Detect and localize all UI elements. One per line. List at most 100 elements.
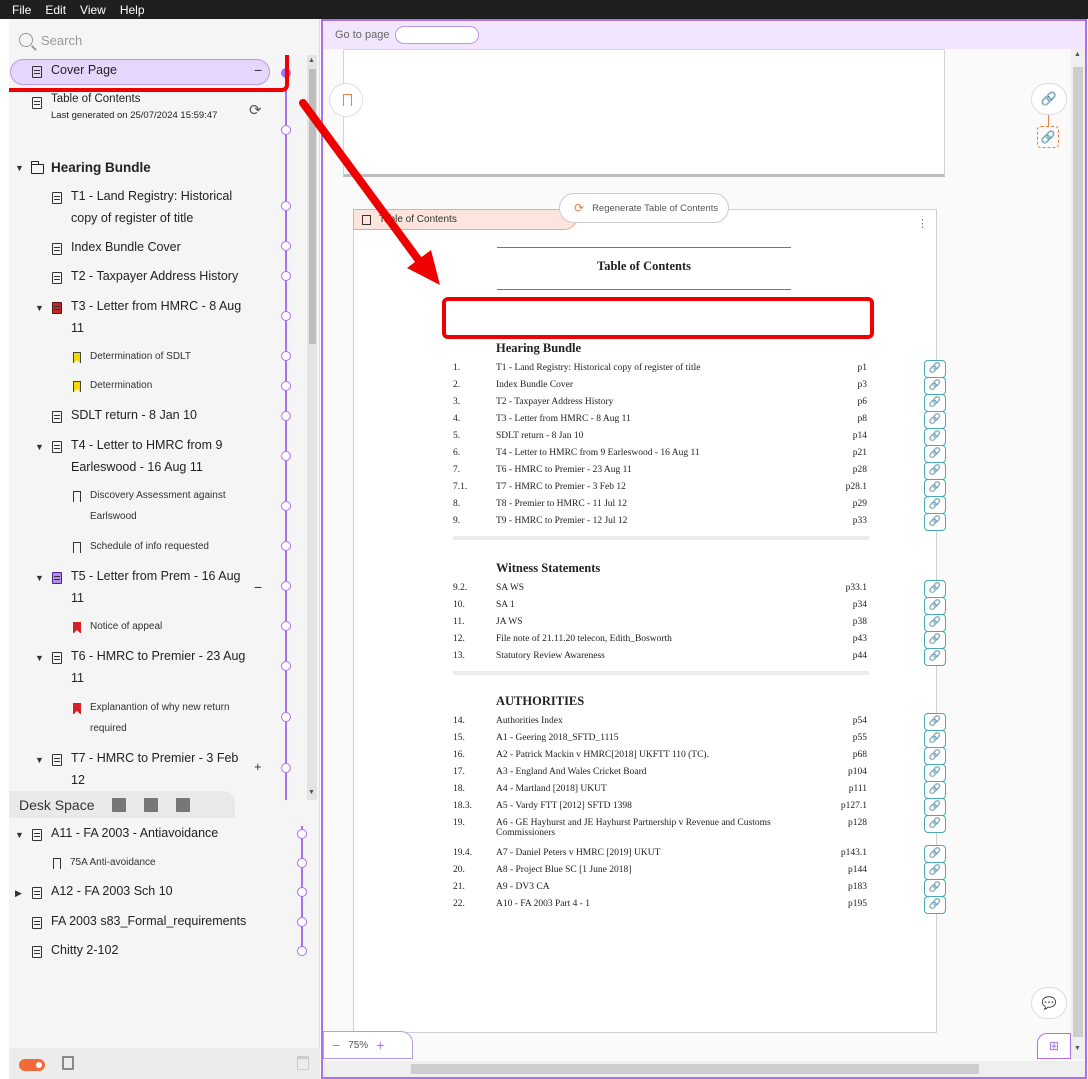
link-icon[interactable]: 🔗 [924,479,946,497]
viewer-vertical-scrollbar[interactable]: ▲ ▼ [1071,49,1085,1059]
caret-down-icon[interactable]: ▼ [35,755,44,765]
link-icon[interactable]: 🔗 [924,861,946,880]
node-dot[interactable] [281,271,291,281]
folder-view-icon[interactable] [144,797,159,812]
node-dot[interactable] [281,411,291,421]
tree-item-label: T6 - HMRC to Premier - 23 Aug [71,649,246,663]
scrollbar-thumb[interactable] [1073,67,1083,1037]
add-bookmark-button[interactable] [329,83,363,117]
trash-icon[interactable] [297,1056,309,1070]
link-icon[interactable]: 🔗 [924,781,946,799]
toc-section-title: Hearing Bundle [496,341,582,355]
sidebar-scrollbar[interactable]: ▲ ▼ [307,55,317,800]
scroll-up-icon[interactable]: ▲ [1074,51,1081,58]
node-dot[interactable] [297,946,307,956]
link-icon[interactable]: 🔗 [924,360,946,378]
link-icon[interactable]: 🔗 [924,377,946,395]
document-icon [32,829,42,841]
add-icon[interactable]: + [254,759,262,774]
node-dot[interactable] [297,917,307,927]
menu-edit[interactable]: Edit [45,3,66,17]
viewer-horizontal-scrollbar[interactable] [323,1061,1085,1077]
caret-down-icon[interactable]: ▼ [35,653,44,663]
node-dot[interactable] [281,501,291,511]
link-icon[interactable]: 🔗 [924,631,946,649]
node-dot[interactable] [281,381,291,391]
link-icon[interactable]: 🔗 [924,764,946,782]
link-icon[interactable]: 🔗 [924,815,946,833]
link-icon[interactable]: 🔗 [924,496,946,514]
scrollbar-thumb[interactable] [411,1064,979,1074]
list-view-icon[interactable] [112,797,127,812]
toggle-switch[interactable] [19,1059,45,1071]
link-icon[interactable]: 🔗 [924,730,946,748]
zoom-out-button[interactable]: − [332,1037,340,1053]
menu-file[interactable]: File [12,3,31,17]
search-input[interactable]: Search [41,33,82,48]
scroll-down-icon[interactable]: ▼ [1074,1045,1081,1052]
caret-down-icon[interactable]: ▼ [15,830,24,840]
link-icon[interactable]: 🔗 [924,878,946,897]
link-icon[interactable]: 🔗 [924,614,946,632]
more-options-icon[interactable]: ⋮ [917,217,928,230]
menu-view[interactable]: View [80,3,106,17]
toc-page-tab[interactable]: Table of Contents [353,209,578,230]
caret-right-icon[interactable]: ▶ [15,888,22,899]
scroll-down-icon[interactable]: ▼ [308,789,315,796]
link-icon[interactable]: 🔗 [924,445,946,463]
scrollbar-thumb[interactable] [309,69,316,344]
link-icon[interactable]: 🔗 [924,895,946,914]
node-dot[interactable] [281,311,291,321]
regenerate-toc-button[interactable]: ⟳ Regenerate Table of Contents [559,193,729,223]
desk-space-tab[interactable]: Desk Space [9,791,235,818]
caret-down-icon[interactable]: ▼ [15,163,24,173]
link-icon[interactable]: 🔗 [924,747,946,765]
node-dot[interactable] [281,201,291,211]
caret-down-icon[interactable]: ▼ [35,442,44,452]
link-icon[interactable]: 🔗 [1031,83,1067,115]
link-icon[interactable]: 🔗 [924,648,946,666]
node-dot[interactable] [281,451,291,461]
link-icon[interactable]: 🔗 [924,462,946,480]
desk-item-label: 75A Anti-avoidance [70,857,156,868]
scroll-up-icon[interactable]: ▲ [308,57,315,64]
link-icon[interactable]: 🔗 [924,597,946,615]
link-icon[interactable]: 🔗 [924,713,946,731]
zoom-in-button[interactable]: + [376,1037,384,1053]
caret-down-icon[interactable]: ▼ [35,573,44,583]
search-bar[interactable]: Search [19,31,299,49]
go-to-page-input[interactable] [395,26,480,44]
insert-page-icon[interactable]: ⊞ [1037,1033,1071,1059]
link-icon[interactable]: 🔗 [924,513,946,531]
link-icon[interactable]: 🔗 [924,428,946,446]
menu-help[interactable]: Help [120,3,145,17]
refresh-icon[interactable]: ⟳ [249,101,262,119]
node-dot[interactable] [297,858,307,868]
comment-icon[interactable]: 💬 [1031,987,1067,1019]
link-placeholder-icon[interactable]: 🔗 [1037,126,1059,148]
toc-row-title: A2 - Patrick Mackin v HMRC[2018] UKFTT 1… [496,750,709,760]
node-dot[interactable] [281,351,291,361]
link-icon[interactable]: 🔗 [924,844,946,863]
node-dot[interactable] [281,241,291,251]
node-dot[interactable] [281,125,291,135]
toc-row-title: A9 - DV3 CA [496,881,550,892]
node-dot[interactable] [297,887,307,897]
export-icon[interactable] [62,1056,74,1070]
link-icon[interactable]: 🔗 [924,580,946,598]
node-dot[interactable] [281,763,291,773]
link-icon[interactable]: 🔗 [924,411,946,429]
link-icon[interactable]: 🔗 [924,798,946,816]
node-dot[interactable] [297,829,307,839]
caret-down-icon[interactable]: ▼ [35,303,44,313]
link-icon[interactable]: 🔗 [924,394,946,412]
node-dot[interactable] [281,712,291,722]
document-view-icon[interactable] [176,797,191,812]
tree-item-label: Notice of appeal [90,621,163,632]
node-dot[interactable] [281,661,291,671]
node-dot[interactable] [281,541,291,551]
node-dot[interactable] [281,621,291,631]
node-dot[interactable] [281,581,291,591]
tree-connector-line [285,55,287,800]
collapse-icon[interactable]: − [254,579,262,595]
